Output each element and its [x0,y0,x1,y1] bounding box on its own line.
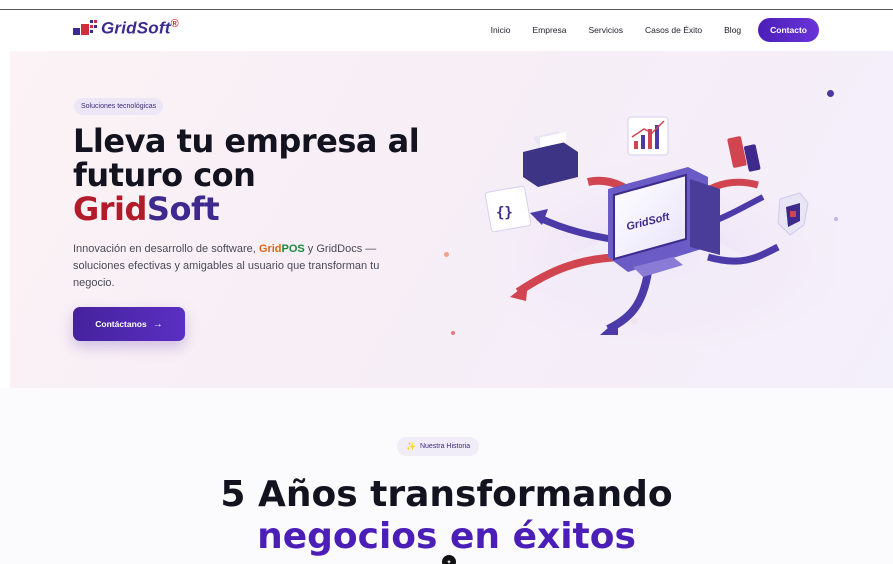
story-title: 5 Años transformando negocios en éxitos [0,474,893,558]
browser-top-line [0,0,893,10]
hero-badge: Soluciones tecnológicas [74,98,164,115]
hero-desc-gridpos-grid: Grid [258,243,282,255]
story-title-line2: negocios en éxitos [257,516,636,557]
nav-casos-de-exito[interactable]: Casos de Éxito [645,25,702,35]
contactanos-button[interactable]: Contáctanos → [73,307,185,341]
main-nav: Inicio Empresa Servicios Casos de Éxito … [469,18,819,42]
hero-description: Innovación en desarrollo de software, Gr… [73,241,423,292]
hero-title: Lleva tu empresa al futuro con GridSoft [73,122,420,228]
sparkle-icon: ✨ [406,442,416,451]
decor-dot [451,331,455,335]
story-badge-label: Nuestra Historia [419,443,471,450]
story-title-line1: 5 Años transformando [220,474,673,515]
nav-servicios[interactable]: Servicios [588,25,622,35]
decor-dot [827,90,834,97]
hero-desc-part1: Innovación en desarrollo de software, [73,243,259,255]
site-header: GridSoft® Inicio Empresa Servicios Casos… [10,11,893,51]
logo-text: GridSoft® [101,18,179,39]
nav-empresa[interactable]: Empresa [532,25,566,35]
hero-title-line2: futuro con [73,156,256,194]
story-section: ✨ Nuestra Historia 5 Años transformando … [0,388,893,564]
hero-title-brand-grid: Grid [73,190,147,228]
story-badge: ✨ Nuestra Historia [397,437,480,456]
hero-illustration: GridSoft {} [468,116,838,347]
hero-title-line1: Lleva tu empresa al [73,122,420,160]
logo-mark-icon [73,17,99,39]
logo[interactable]: GridSoft® [73,17,179,39]
nav-inicio[interactable]: Inicio [491,25,511,35]
contacto-button[interactable]: Contacto [758,18,819,42]
hero-section: Soluciones tecnológicas Lleva tu empresa… [10,51,893,388]
hero-title-brand-soft: Soft [146,190,220,228]
contactanos-label: Contáctanos [95,319,147,329]
scroll-indicator-icon[interactable]: ✦ [442,555,456,564]
registered-mark: ® [170,17,179,30]
logo-wordmark: GridSoft [101,18,171,38]
arrow-right-icon: → [152,318,163,330]
nav-blog[interactable]: Blog [724,25,741,35]
hero-desc-gridpos-pos: POS [281,243,305,255]
decor-dot [444,252,449,257]
svg-text:{}: {} [496,205,513,221]
